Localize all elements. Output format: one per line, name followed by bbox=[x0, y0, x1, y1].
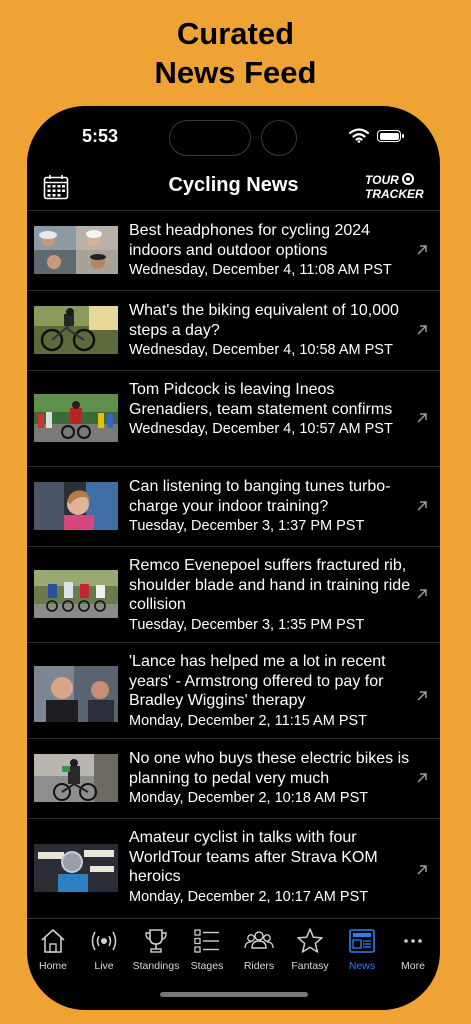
target-icon bbox=[401, 173, 414, 185]
phone-screen: 5:53 Cycling News TOUR TRACKER Best head… bbox=[27, 106, 440, 1010]
article-thumbnail bbox=[34, 482, 118, 530]
tab-label: Home bbox=[38, 960, 67, 972]
article-date: Tuesday, December 3, 1:35 PM PST bbox=[129, 616, 365, 633]
news-article[interactable]: Best headphones for cycling 2024 indoors… bbox=[27, 210, 440, 290]
article-title: Remco Evenepoel suffers fractured rib, s… bbox=[129, 557, 411, 613]
external-link-icon bbox=[417, 773, 427, 783]
tab-riders[interactable]: Riders bbox=[231, 927, 287, 972]
article-thumbnail bbox=[34, 844, 118, 892]
tab-home[interactable]: Home bbox=[27, 927, 81, 972]
news-article[interactable]: Tom Pidcock is leaving Ineos Grenadiers,… bbox=[27, 370, 440, 466]
article-text: No one who buys these electric bikes is … bbox=[129, 749, 411, 807]
status-bar: 5:53 bbox=[27, 106, 440, 166]
article-title: Best headphones for cycling 2024 indoors… bbox=[129, 222, 371, 259]
article-date: Wednesday, December 4, 10:57 AM PST bbox=[129, 421, 393, 437]
article-title: Amateur cyclist in talks with four World… bbox=[129, 829, 378, 885]
tab-label: Fantasy bbox=[291, 960, 329, 972]
list-icon bbox=[194, 929, 219, 953]
newspaper-icon bbox=[349, 929, 375, 953]
article-date: Monday, December 2, 10:18 AM PST bbox=[129, 790, 369, 806]
article-text: Tom Pidcock is leaving Ineos Grenadiers,… bbox=[129, 380, 411, 438]
tab-label: Standings bbox=[132, 960, 180, 972]
tab-news[interactable]: News bbox=[334, 927, 390, 972]
trophy-icon bbox=[145, 929, 167, 953]
article-date: Wednesday, December 4, 10:58 AM PST bbox=[129, 342, 393, 358]
navigation-bar: Cycling News TOUR TRACKER bbox=[27, 166, 440, 210]
article-title: No one who buys these electric bikes is … bbox=[129, 750, 410, 787]
tab-standings[interactable]: Standings bbox=[128, 927, 184, 972]
external-link-icon bbox=[417, 501, 427, 511]
logo-line-1: TOUR bbox=[365, 173, 399, 187]
article-thumbnail bbox=[34, 394, 118, 442]
home-indicator[interactable] bbox=[160, 992, 308, 997]
star-icon bbox=[297, 928, 323, 953]
article-date: Wednesday, December 4, 11:08 AM PST bbox=[129, 262, 392, 278]
status-time: 5:53 bbox=[82, 126, 119, 146]
article-date: Monday, December 2, 10:17 AM PST bbox=[129, 888, 369, 905]
article-thumbnail bbox=[34, 754, 118, 802]
article-text: 'Lance has helped me a lot in recent yea… bbox=[129, 652, 411, 730]
news-article[interactable]: No one who buys these electric bikes is … bbox=[27, 738, 440, 818]
news-article[interactable]: 'Lance has helped me a lot in recent yea… bbox=[27, 642, 440, 738]
article-title: Can listening to banging tunes turbo-cha… bbox=[129, 478, 391, 515]
tab-fantasy[interactable]: Fantasy bbox=[282, 927, 338, 972]
external-link-icon bbox=[417, 325, 427, 335]
article-text: Remco Evenepoel suffers fractured rib, s… bbox=[129, 556, 411, 634]
group-icon bbox=[244, 931, 274, 949]
home-icon bbox=[41, 929, 65, 953]
news-article[interactable]: Remco Evenepoel suffers fractured rib, s… bbox=[27, 546, 440, 642]
news-article[interactable]: Can listening to banging tunes turbo-cha… bbox=[27, 466, 440, 546]
tab-label: News bbox=[348, 960, 376, 972]
article-title: 'Lance has helped me a lot in recent yea… bbox=[129, 653, 386, 709]
battery-icon bbox=[377, 130, 404, 142]
promo-headline: Curated News Feed bbox=[0, 14, 471, 92]
external-link-icon bbox=[417, 413, 427, 423]
news-article[interactable]: What's the biking equivalent of 10,000 s… bbox=[27, 290, 440, 370]
promo-line-1: Curated bbox=[176, 16, 295, 51]
external-link-icon bbox=[417, 691, 427, 701]
tab-label: More bbox=[401, 960, 425, 972]
tab-label: Riders bbox=[243, 960, 275, 972]
external-link-icon bbox=[417, 245, 427, 255]
article-text: Best headphones for cycling 2024 indoors… bbox=[129, 221, 411, 279]
news-article[interactable]: Amateur cyclist in talks with four World… bbox=[27, 818, 440, 914]
tab-more[interactable]: More bbox=[385, 927, 440, 972]
article-thumbnail bbox=[34, 306, 118, 354]
camera-cutout bbox=[261, 120, 297, 156]
article-title: Tom Pidcock is leaving Ineos Grenadiers,… bbox=[129, 381, 393, 418]
article-date: Tuesday, December 3, 1:37 PM PST bbox=[129, 518, 365, 534]
broadcast-icon bbox=[91, 931, 117, 951]
external-link-icon bbox=[417, 865, 427, 875]
article-text: Can listening to banging tunes turbo-cha… bbox=[129, 477, 411, 535]
article-thumbnail bbox=[34, 570, 118, 618]
wifi-icon bbox=[349, 128, 369, 143]
article-date: Monday, December 2, 11:15 AM PST bbox=[129, 712, 368, 729]
dynamic-island bbox=[169, 120, 251, 156]
tab-label: Live bbox=[94, 960, 114, 972]
external-link-icon bbox=[417, 589, 427, 599]
tour-tracker-logo: TOUR TRACKER bbox=[365, 173, 427, 201]
article-title: What's the biking equivalent of 10,000 s… bbox=[129, 302, 399, 339]
logo-line-2: TRACKER bbox=[365, 187, 424, 201]
tab-live[interactable]: Live bbox=[76, 927, 132, 972]
tab-label: Stages bbox=[190, 960, 224, 972]
promo-line-2: News Feed bbox=[154, 55, 317, 90]
article-thumbnail bbox=[34, 666, 118, 722]
ellipsis-icon bbox=[404, 939, 422, 943]
article-text: What's the biking equivalent of 10,000 s… bbox=[129, 301, 411, 359]
article-thumbnail bbox=[34, 226, 118, 274]
tab-stages[interactable]: Stages bbox=[179, 927, 235, 972]
article-text: Amateur cyclist in talks with four World… bbox=[129, 828, 411, 906]
